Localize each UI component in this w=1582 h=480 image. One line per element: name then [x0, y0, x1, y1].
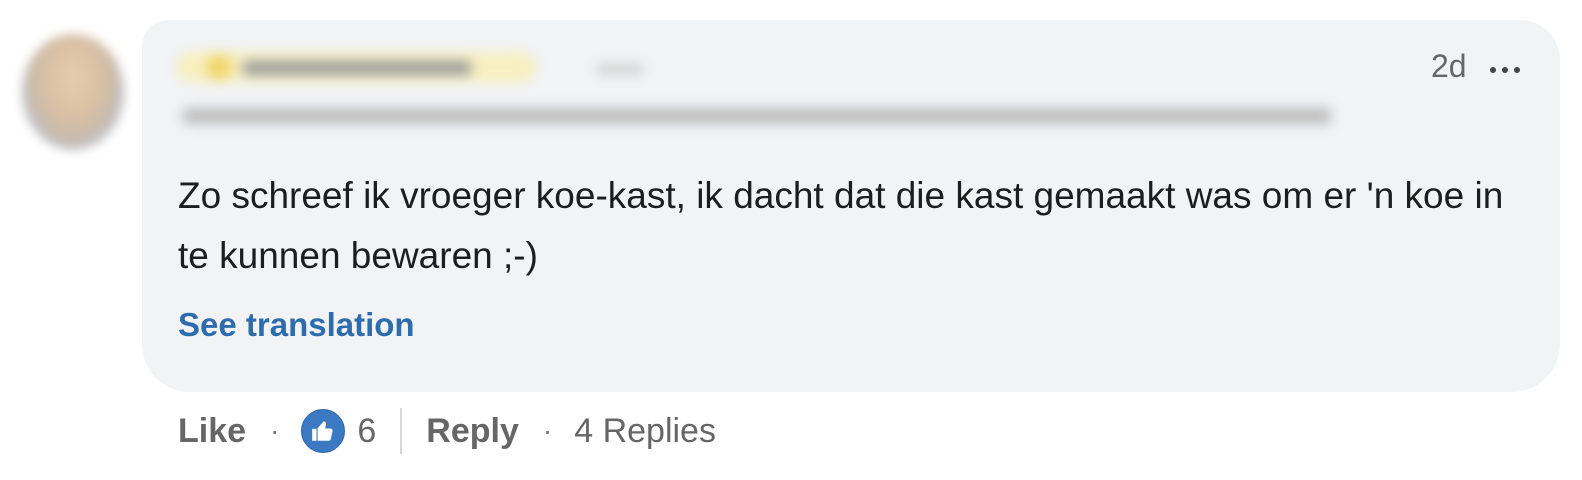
more-options-icon[interactable] — [1490, 62, 1530, 78]
see-translation-link[interactable]: See translation — [178, 304, 415, 346]
author-name-blurred[interactable] — [176, 48, 676, 88]
thumbs-up-icon[interactable] — [301, 409, 346, 453]
reply-button[interactable]: Reply — [426, 412, 519, 451]
comment-text: Zo schreef ik vroeger koe-kast, ik dacht… — [178, 175, 1504, 276]
divider — [400, 408, 403, 454]
like-button[interactable]: Like — [178, 412, 246, 451]
separator-dot: · — [542, 415, 553, 446]
separator-dot: · — [270, 415, 280, 446]
author-headline-blurred — [182, 102, 1352, 132]
like-count[interactable]: 6 — [357, 412, 376, 451]
avatar[interactable] — [22, 34, 124, 150]
comment-actions: Like · 6 Reply · 4 Replies — [178, 404, 716, 458]
comment-item: 2d Zo schreef ik vroeger koe-kast, ik da… — [0, 0, 1582, 480]
comment-timestamp: 2d — [1431, 48, 1467, 84]
replies-link[interactable]: 4 Replies — [574, 412, 716, 451]
